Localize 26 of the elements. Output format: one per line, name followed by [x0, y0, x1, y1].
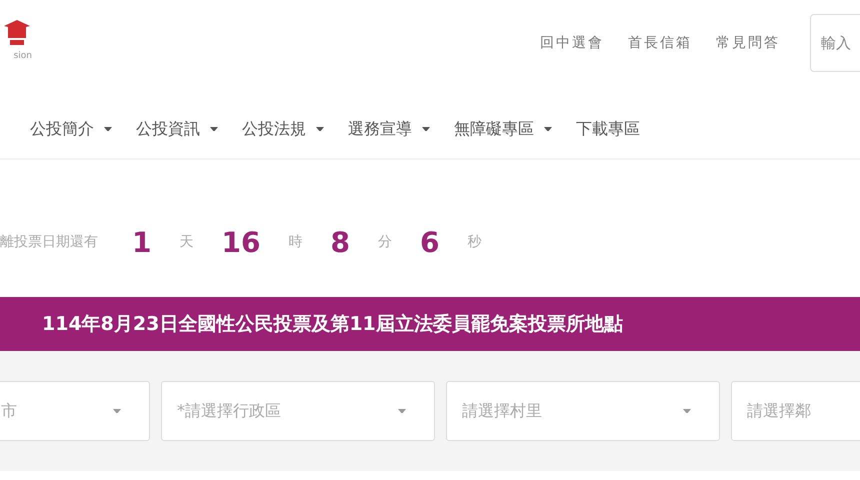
countdown-unit: 天 — [179, 233, 194, 252]
dropdown-select[interactable]: 請選擇鄰 — [731, 381, 860, 441]
nav-menu-item[interactable]: 公投簡介 — [30, 117, 112, 141]
top-link[interactable]: 回中選會 — [540, 32, 604, 54]
top-link[interactable]: 首長信箱 — [628, 32, 692, 54]
dropdown-select[interactable]: 市 — [0, 381, 150, 441]
countdown-unit: 分 — [378, 233, 392, 252]
nav-menu-item[interactable]: 無障礙專區 — [454, 117, 552, 141]
logo-caption: sion — [14, 52, 32, 61]
top-link[interactable]: 常見問答 — [716, 32, 780, 54]
pavilion-logo-icon — [2, 18, 32, 48]
countdown-value: 16 — [221, 224, 260, 260]
dropdown-select[interactable]: 請選擇村里 — [446, 381, 720, 441]
nav-menu-item[interactable]: 下載專區 — [576, 117, 640, 141]
countdown-label: 離投票日期還有 — [0, 233, 98, 252]
countdown-value: 8 — [330, 224, 350, 260]
nav-menu-item[interactable]: 選務宣導 — [348, 117, 430, 141]
title-banner: 114年8月23日全國性公民投票及第11屆立法委員罷免案投票所地點 — [0, 297, 860, 351]
search-field[interactable]: 輸入 — [810, 14, 860, 72]
dropdown-select[interactable]: *請選擇行政區 — [161, 381, 435, 441]
nav-menu-item[interactable]: 公投資訊 — [136, 117, 218, 141]
nav-menu-item[interactable]: 公投法規 — [242, 117, 324, 141]
countdown-value: 1 — [132, 224, 152, 260]
countdown-value: 6 — [420, 224, 440, 260]
countdown-unit: 秒 — [467, 233, 482, 252]
countdown-unit: 時 — [288, 233, 302, 252]
